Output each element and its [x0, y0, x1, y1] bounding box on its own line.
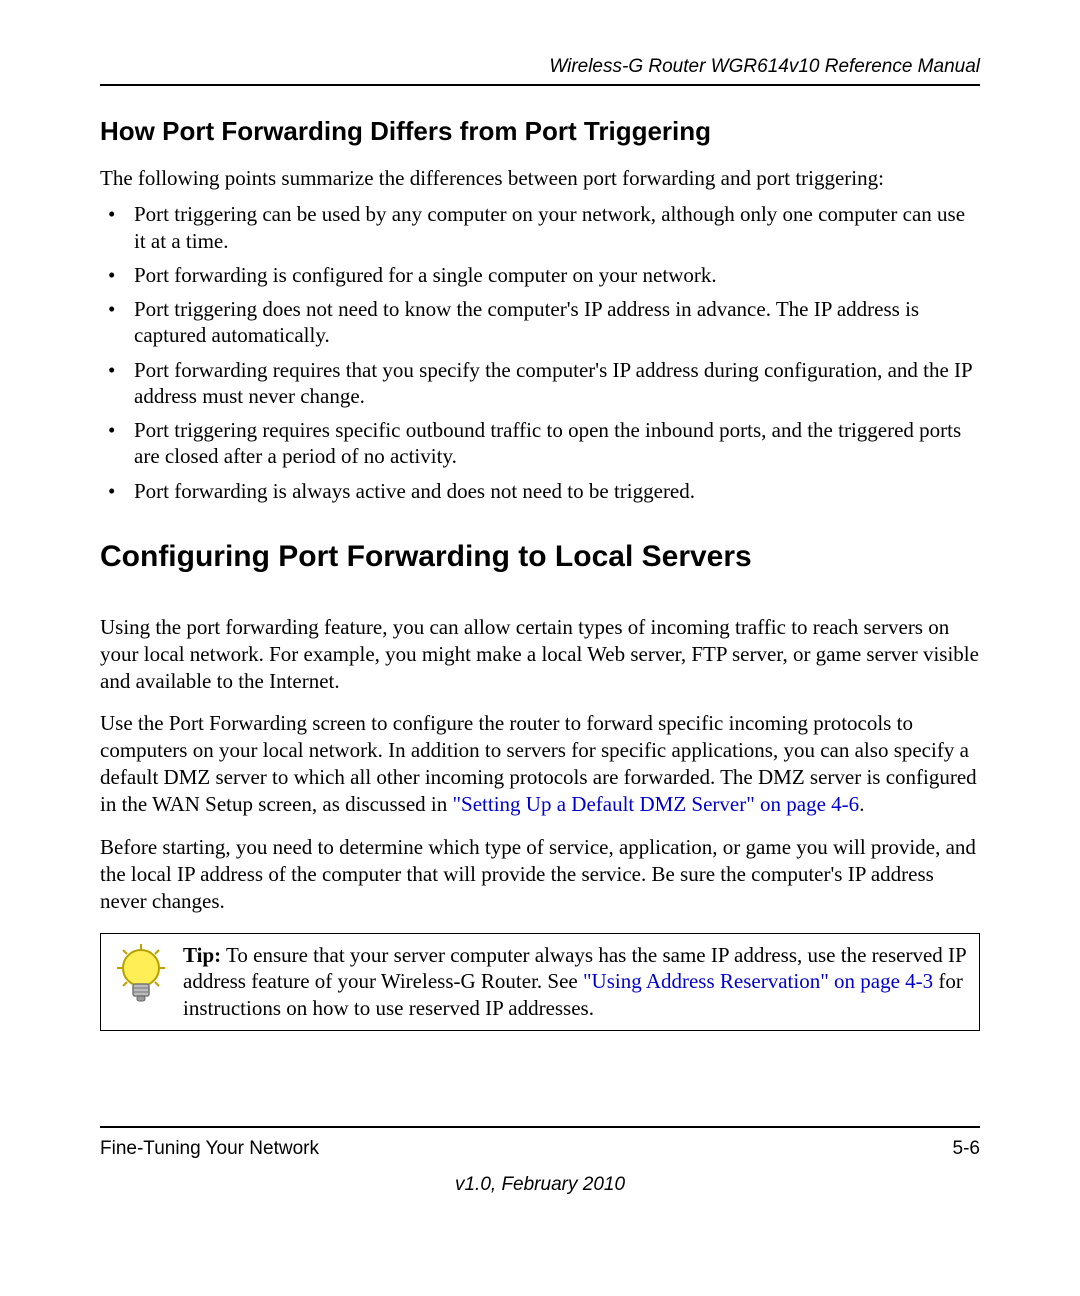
- section2-para3: Before starting, you need to determine w…: [100, 834, 980, 915]
- list-item: Port forwarding is configured for a sing…: [100, 262, 980, 288]
- section1-intro: The following points summarize the diffe…: [100, 165, 980, 191]
- differences-list: Port triggering can be used by any compu…: [100, 201, 980, 504]
- section-heading-differs: How Port Forwarding Differs from Port Tr…: [100, 116, 980, 147]
- footer-line: Fine-Tuning Your Network 5-6: [100, 1126, 980, 1160]
- list-item: Port forwarding is always active and doe…: [100, 478, 980, 504]
- tip-text: Tip: To ensure that your server computer…: [183, 942, 969, 1023]
- footer-page-number: 5-6: [953, 1138, 980, 1160]
- para2-text-post: .: [859, 792, 864, 816]
- page-footer: Fine-Tuning Your Network 5-6 v1.0, Febru…: [100, 1126, 980, 1196]
- tip-label: Tip:: [183, 943, 221, 967]
- lightbulb-icon: [111, 942, 171, 1013]
- section2-para1: Using the port forwarding feature, you c…: [100, 614, 980, 695]
- list-item: Port triggering does not need to know th…: [100, 296, 980, 349]
- header-title: Wireless-G Router WGR614v10 Reference Ma…: [100, 56, 980, 78]
- tip-box: Tip: To ensure that your server computer…: [100, 933, 980, 1032]
- page: Wireless-G Router WGR614v10 Reference Ma…: [0, 0, 1080, 1296]
- address-reservation-link[interactable]: "Using Address Reservation" on page 4-3: [583, 969, 933, 993]
- section-heading-configuring: Configuring Port Forwarding to Local Ser…: [100, 540, 980, 574]
- list-item: Port forwarding requires that you specif…: [100, 357, 980, 410]
- footer-section-title: Fine-Tuning Your Network: [100, 1138, 319, 1160]
- running-header: Wireless-G Router WGR614v10 Reference Ma…: [100, 56, 980, 86]
- dmz-server-link[interactable]: "Setting Up a Default DMZ Server" on pag…: [452, 792, 859, 816]
- list-item: Port triggering can be used by any compu…: [100, 201, 980, 254]
- footer-version: v1.0, February 2010: [100, 1174, 980, 1196]
- list-item: Port triggering requires specific outbou…: [100, 417, 980, 470]
- section2-para2: Use the Port Forwarding screen to config…: [100, 710, 980, 818]
